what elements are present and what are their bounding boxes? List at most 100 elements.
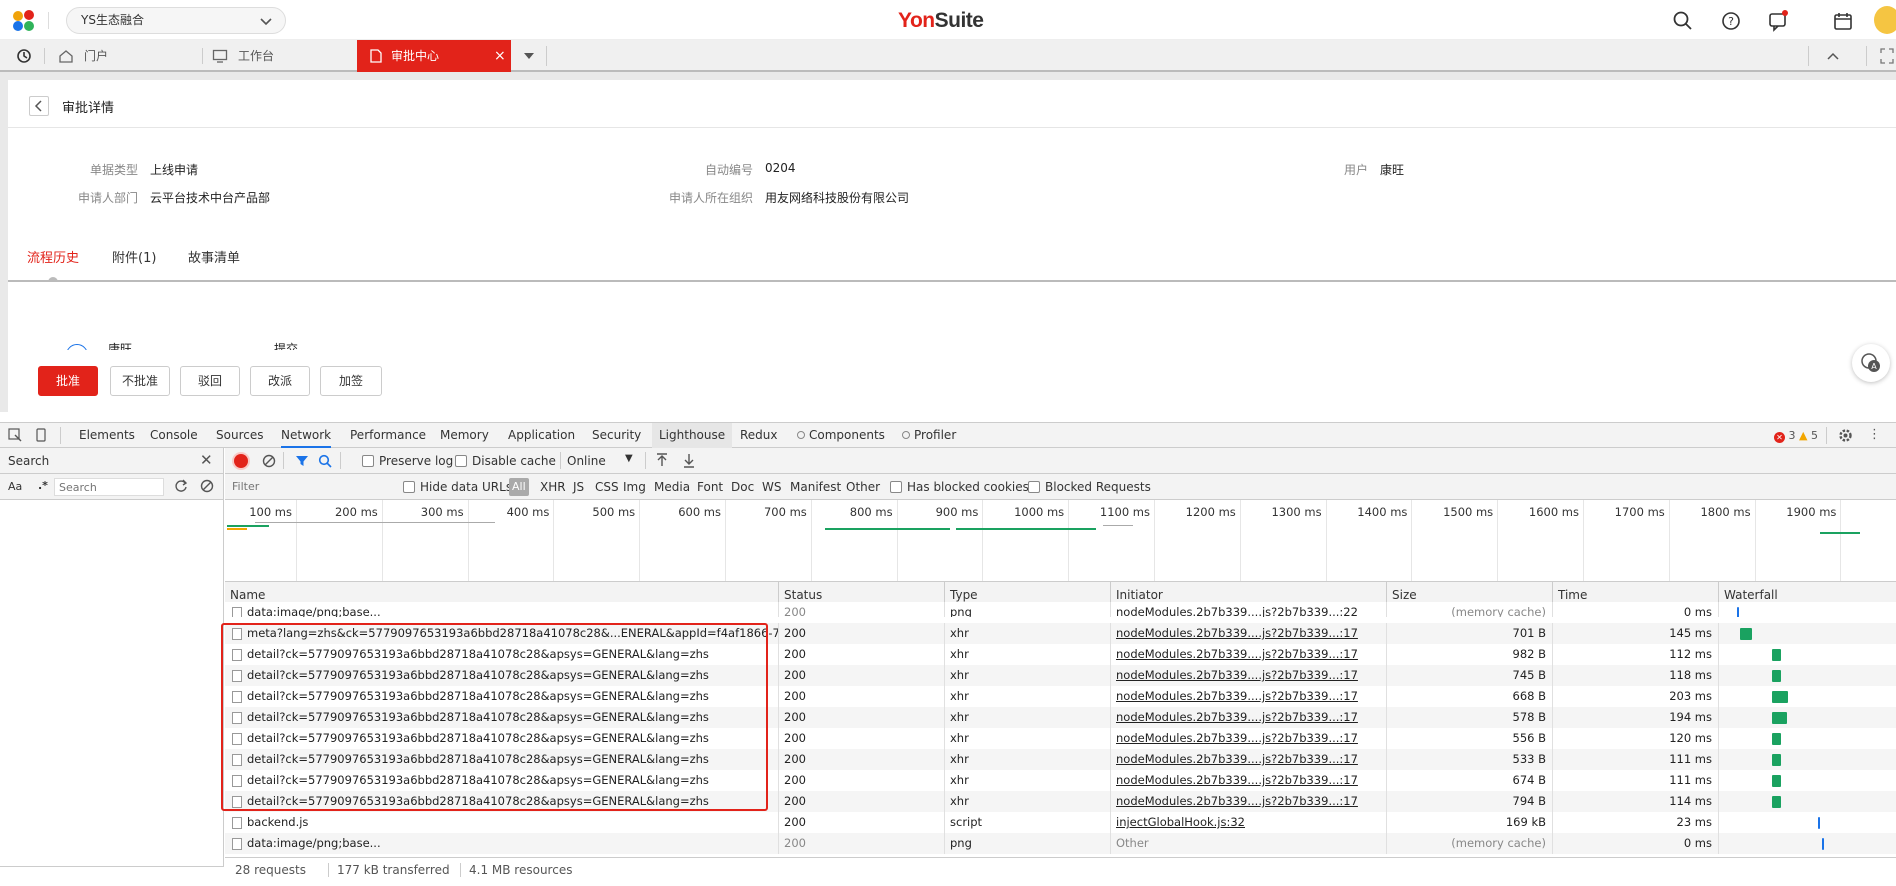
request-row[interactable]: detail?ck=5779097653193a6bbd28718a41078c… <box>225 686 1896 707</box>
request-row[interactable]: data:image/png;base... 200 png nodeModules.… <box>225 602 1896 617</box>
devtools-tab-security[interactable]: Security <box>592 423 641 448</box>
import-har-icon[interactable] <box>655 453 669 468</box>
reject-button[interactable]: 不批准 <box>110 366 170 396</box>
devtools-tab-profiler[interactable]: Profiler <box>902 423 956 448</box>
filter-type-font[interactable]: Font <box>697 480 723 494</box>
error-count[interactable]: ✕ 3 ▲ 5 <box>1774 429 1818 443</box>
back-button[interactable] <box>29 96 49 116</box>
approve-button[interactable]: 批准 <box>38 366 98 396</box>
devtools-tab-redux[interactable]: Redux <box>740 423 778 448</box>
avatar[interactable] <box>1874 6 1896 34</box>
devtools-tab-performance[interactable]: Performance <box>350 423 426 448</box>
tab-portal[interactable]: 门户 <box>56 40 202 72</box>
search-input[interactable] <box>54 478 164 496</box>
request-row[interactable]: detail?ck=5779097653193a6bbd28718a41078c… <box>225 749 1896 770</box>
fullscreen-icon[interactable] <box>1880 48 1894 64</box>
filter-type-css[interactable]: CSS <box>595 480 619 494</box>
devtools-tab-components[interactable]: Components <box>797 423 885 448</box>
org-switcher[interactable]: YS生态融合 <box>66 7 286 34</box>
device-toolbar-icon[interactable] <box>34 428 48 442</box>
filter-icon[interactable] <box>295 454 309 468</box>
request-row[interactable]: detail?ck=5779097653193a6bbd28718a41078c… <box>225 644 1896 665</box>
request-row[interactable]: detail?ck=5779097653193a6bbd28718a41078c… <box>225 707 1896 728</box>
close-icon[interactable]: × <box>494 40 506 72</box>
request-initiator[interactable]: nodeModules.2b7b339....js?2b7b339...:17 <box>1111 665 1387 686</box>
request-initiator[interactable]: nodeModules.2b7b339....js?2b7b339...:17 <box>1111 770 1387 791</box>
calendar-icon[interactable] <box>1832 10 1854 32</box>
request-row[interactable]: backend.js 200 script injectGlobalHook.js:3… <box>225 812 1896 833</box>
devtools-tab-network[interactable]: Network <box>281 423 332 448</box>
request-name: data:image/png;base... <box>225 833 779 854</box>
history-icon[interactable] <box>16 48 32 64</box>
filter-type-other[interactable]: Other <box>846 480 880 494</box>
devtools-tab-memory[interactable]: Memory <box>440 423 489 448</box>
filter-type-doc[interactable]: Doc <box>731 480 754 494</box>
clear-log-icon[interactable] <box>262 454 276 468</box>
devtools-tab-console[interactable]: Console <box>150 423 198 448</box>
filter-type-all[interactable]: All <box>509 478 529 496</box>
assistant-button[interactable]: A <box>1852 344 1890 382</box>
request-initiator[interactable]: nodeModules.2b7b339....js?2b7b339...:17 <box>1111 707 1387 728</box>
has-blocked-cookies-checkbox[interactable]: Has blocked cookies <box>890 480 1029 494</box>
hide-data-urls-checkbox[interactable]: Hide data URLs <box>403 480 512 494</box>
help-icon[interactable]: ? <box>1720 10 1742 32</box>
caret-down-icon[interactable] <box>522 50 536 62</box>
clear-icon[interactable] <box>200 479 214 493</box>
devtools-tab-application[interactable]: Application <box>508 423 575 448</box>
tab-approval-center[interactable]: 审批中心 × <box>357 40 511 72</box>
devtools-tab-elements[interactable]: Elements <box>79 423 135 448</box>
close-icon[interactable]: ✕ <box>200 451 213 469</box>
request-row[interactable]: detail?ck=5779097653193a6bbd28718a41078c… <box>225 728 1896 749</box>
request-initiator[interactable]: nodeModules.2b7b339....js?2b7b339...:17 <box>1111 749 1387 770</box>
request-row[interactable]: meta?lang=zhs&ck=5779097653193a6bbd28718… <box>225 623 1896 644</box>
chevron-up-icon[interactable] <box>1826 50 1840 62</box>
request-initiator[interactable]: nodeModules.2b7b339....js?2b7b339...:17 <box>1111 686 1387 707</box>
reassign-button[interactable]: 改派 <box>250 366 310 396</box>
tab-workbench[interactable]: 工作台 <box>210 40 356 72</box>
tab-attachments[interactable]: 附件(1) <box>112 247 156 266</box>
blocked-requests-checkbox[interactable]: Blocked Requests <box>1028 480 1151 494</box>
tab-story-list[interactable]: 故事清单 <box>188 247 240 266</box>
request-initiator[interactable]: nodeModules.2b7b339....js?2b7b339...:17 <box>1111 728 1387 749</box>
settings-gear-icon[interactable] <box>1838 428 1853 443</box>
search-icon[interactable] <box>1672 10 1694 32</box>
checkbox-label: Hide data URLs <box>420 480 513 494</box>
devtools-tab-sources[interactable]: Sources <box>216 423 263 448</box>
request-initiator[interactable]: nodeModules.2b7b339....js?2b7b339...:22 <box>1111 602 1387 617</box>
request-initiator[interactable]: Other <box>1111 833 1387 854</box>
filter-type-xhr[interactable]: XHR <box>540 480 566 494</box>
filter-type-media[interactable]: Media <box>654 480 690 494</box>
waterfall-bar <box>1772 796 1781 808</box>
export-har-icon[interactable] <box>682 453 696 468</box>
filter-type-manifest[interactable]: Manifest <box>790 480 841 494</box>
regex-toggle[interactable]: .* <box>38 479 48 492</box>
filter-input[interactable] <box>228 477 388 496</box>
return-button[interactable]: 驳回 <box>180 366 240 396</box>
message-icon[interactable] <box>1767 10 1789 32</box>
add-signer-button[interactable]: 加签 <box>320 366 382 396</box>
request-initiator[interactable]: nodeModules.2b7b339....js?2b7b339...:17 <box>1111 623 1387 644</box>
app-logo-icon[interactable] <box>12 10 36 32</box>
request-row[interactable]: detail?ck=5779097653193a6bbd28718a41078c… <box>225 770 1896 791</box>
more-options-icon[interactable]: ⋮ <box>1868 427 1881 443</box>
devtools-tab-lighthouse[interactable]: Lighthouse <box>652 423 733 448</box>
request-row[interactable]: detail?ck=5779097653193a6bbd28718a41078c… <box>225 665 1896 686</box>
disable-cache-checkbox[interactable]: Disable cache <box>455 454 556 468</box>
throttling-select[interactable]: Online ▼ <box>567 453 637 468</box>
record-button[interactable] <box>234 454 248 468</box>
request-initiator[interactable]: nodeModules.2b7b339....js?2b7b339...:17 <box>1111 791 1387 812</box>
match-case-toggle[interactable]: Aa <box>8 480 22 493</box>
inspect-icon[interactable] <box>8 428 22 442</box>
filter-type-ws[interactable]: WS <box>762 480 781 494</box>
filter-type-img[interactable]: Img <box>623 480 646 494</box>
request-initiator[interactable]: injectGlobalHook.js:32 <box>1111 812 1387 833</box>
request-initiator[interactable]: nodeModules.2b7b339....js?2b7b339...:17 <box>1111 644 1387 665</box>
filter-type-js[interactable]: JS <box>573 480 584 494</box>
network-overview[interactable]: 100 ms 200 ms 300 ms 400 ms 500 ms 600 ms 700 … <box>225 500 1896 582</box>
request-row[interactable]: data:image/png;base... 200 png Other (memory… <box>225 833 1896 854</box>
preserve-log-checkbox[interactable]: Preserve log <box>362 454 453 468</box>
request-row[interactable]: detail?ck=5779097653193a6bbd28718a41078c… <box>225 791 1896 812</box>
tab-flow-history[interactable]: 流程历史 <box>27 247 79 266</box>
search-icon[interactable] <box>318 454 332 468</box>
refresh-icon[interactable] <box>174 479 188 493</box>
